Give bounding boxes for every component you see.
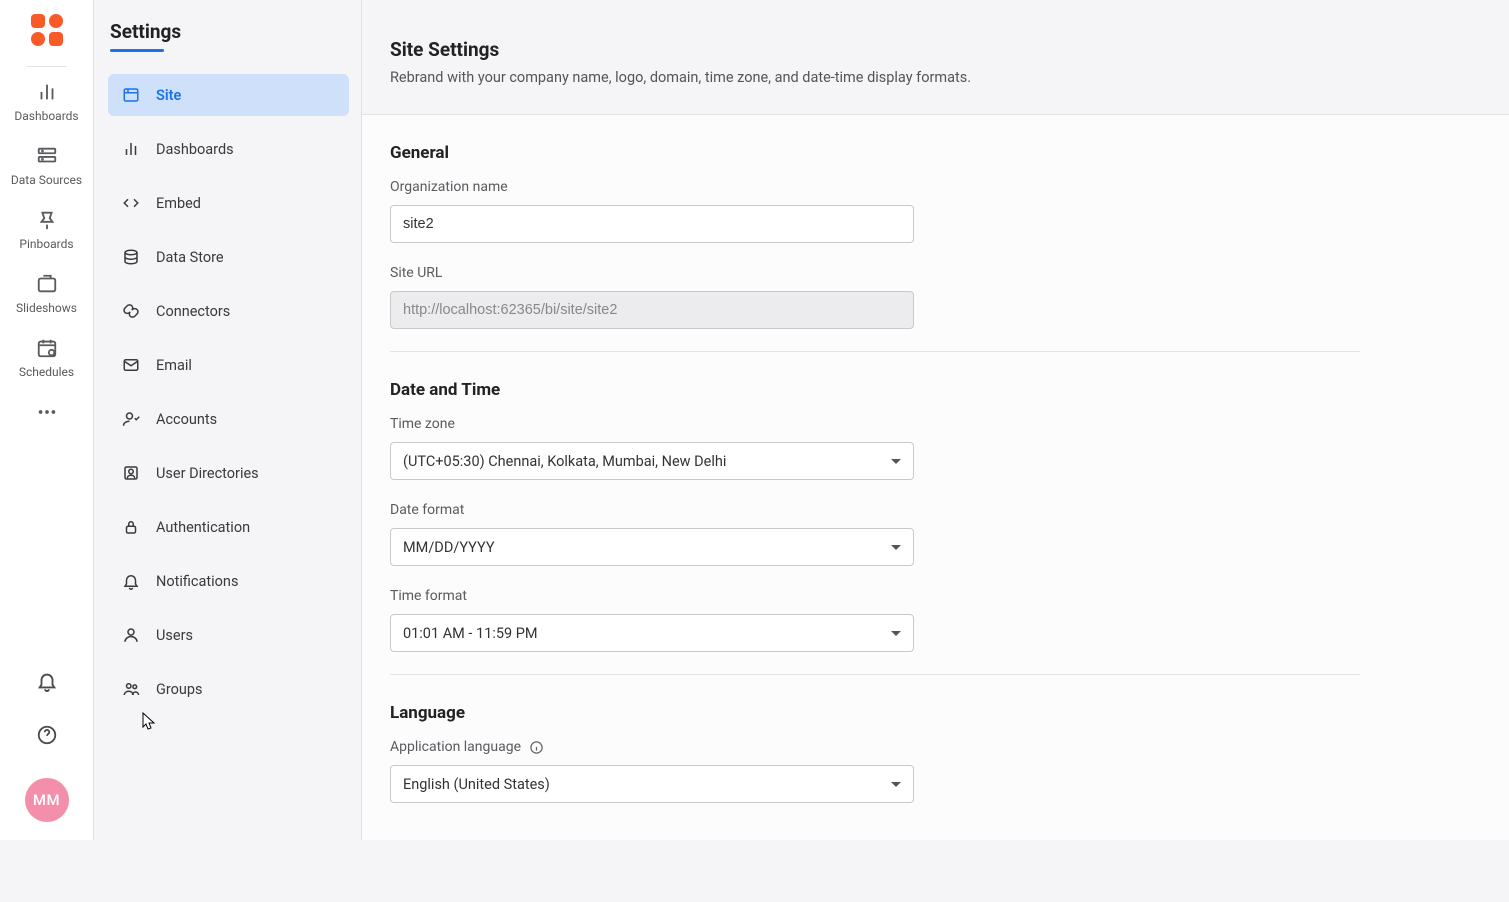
nav-label: Connectors	[156, 303, 230, 320]
section-language: Language	[390, 703, 1334, 723]
nav-label: Site	[156, 87, 181, 104]
info-icon[interactable]	[529, 740, 544, 755]
nav-label: Data Store	[156, 249, 224, 266]
section-general: General	[390, 143, 1334, 163]
section-datetime: Date and Time	[390, 380, 1334, 400]
nav-connectors[interactable]: Connectors	[108, 290, 349, 332]
nav-label: Dashboards	[156, 141, 234, 158]
rail-label: Data Sources	[11, 173, 82, 187]
nav-groups[interactable]: Groups	[108, 668, 349, 710]
applang-select[interactable]: English (United States)	[390, 765, 914, 803]
nav-label: Email	[156, 357, 192, 374]
rail-label: Pinboards	[19, 237, 73, 251]
nav-dashboards[interactable]: Dashboards	[108, 128, 349, 170]
timezone-label: Time zone	[390, 416, 1334, 432]
rail-dashboards[interactable]: Dashboards	[0, 81, 93, 123]
rail-label: Slideshows	[16, 301, 77, 315]
rail-slideshows[interactable]: Slideshows	[0, 273, 93, 315]
rail-label: Dashboards	[14, 109, 78, 123]
nav-users[interactable]: Users	[108, 614, 349, 656]
nav-site[interactable]: Site	[108, 74, 349, 116]
rail-schedules[interactable]: Schedules	[0, 337, 93, 379]
nav-email[interactable]: Email	[108, 344, 349, 386]
timeformat-label: Time format	[390, 588, 1334, 604]
nav-label: Users	[156, 627, 193, 644]
applang-value: English (United States)	[403, 776, 550, 793]
rail-label: Schedules	[19, 365, 74, 379]
timeformat-select[interactable]: 01:01 AM - 11:59 PM	[390, 614, 914, 652]
timezone-select[interactable]: (UTC+05:30) Chennai, Kolkata, Mumbai, Ne…	[390, 442, 914, 480]
nav-embed[interactable]: Embed	[108, 182, 349, 224]
settings-nav: Settings Site Dashboards Embed Data Stor…	[94, 0, 362, 840]
dateformat-value: MM/DD/YYYY	[403, 539, 495, 556]
nav-accounts[interactable]: Accounts	[108, 398, 349, 440]
nav-label: Groups	[156, 681, 203, 698]
nav-authentication[interactable]: Authentication	[108, 506, 349, 548]
rail-pinboards[interactable]: Pinboards	[0, 209, 93, 251]
help-icon[interactable]	[36, 724, 58, 750]
timezone-value: (UTC+05:30) Chennai, Kolkata, Mumbai, Ne…	[403, 453, 726, 470]
nav-label: Accounts	[156, 411, 217, 428]
org-name-input[interactable]	[390, 205, 914, 243]
nav-userdirectories[interactable]: User Directories	[108, 452, 349, 494]
site-url-label: Site URL	[390, 265, 1334, 281]
app-logo[interactable]	[29, 12, 65, 48]
main-content: Site Settings Rebrand with your company …	[362, 0, 1509, 840]
icon-rail: Dashboards Data Sources Pinboards Slides…	[0, 0, 94, 840]
page-subtitle: Rebrand with your company name, logo, do…	[390, 69, 1481, 86]
rail-datasources[interactable]: Data Sources	[0, 145, 93, 187]
nav-label: User Directories	[156, 465, 259, 482]
settings-title: Settings	[110, 20, 349, 43]
nav-label: Authentication	[156, 519, 250, 536]
chevron-down-icon	[891, 631, 901, 636]
nav-datastore[interactable]: Data Store	[108, 236, 349, 278]
user-avatar[interactable]: MM	[25, 778, 69, 822]
page-header: Site Settings Rebrand with your company …	[362, 0, 1509, 115]
rail-more[interactable]	[0, 401, 93, 429]
dateformat-label: Date format	[390, 502, 1334, 518]
dateformat-select[interactable]: MM/DD/YYYY	[390, 528, 914, 566]
page-title: Site Settings	[390, 38, 1481, 61]
site-url-input	[390, 291, 914, 329]
nav-label: Notifications	[156, 573, 238, 590]
org-name-label: Organization name	[390, 179, 1334, 195]
timeformat-value: 01:01 AM - 11:59 PM	[403, 625, 538, 642]
notifications-icon[interactable]	[36, 670, 58, 696]
nav-label: Embed	[156, 195, 201, 212]
applang-label: Application language	[390, 739, 1334, 755]
chevron-down-icon	[891, 459, 901, 464]
chevron-down-icon	[891, 782, 901, 787]
chevron-down-icon	[891, 545, 901, 550]
nav-notifications[interactable]: Notifications	[108, 560, 349, 602]
